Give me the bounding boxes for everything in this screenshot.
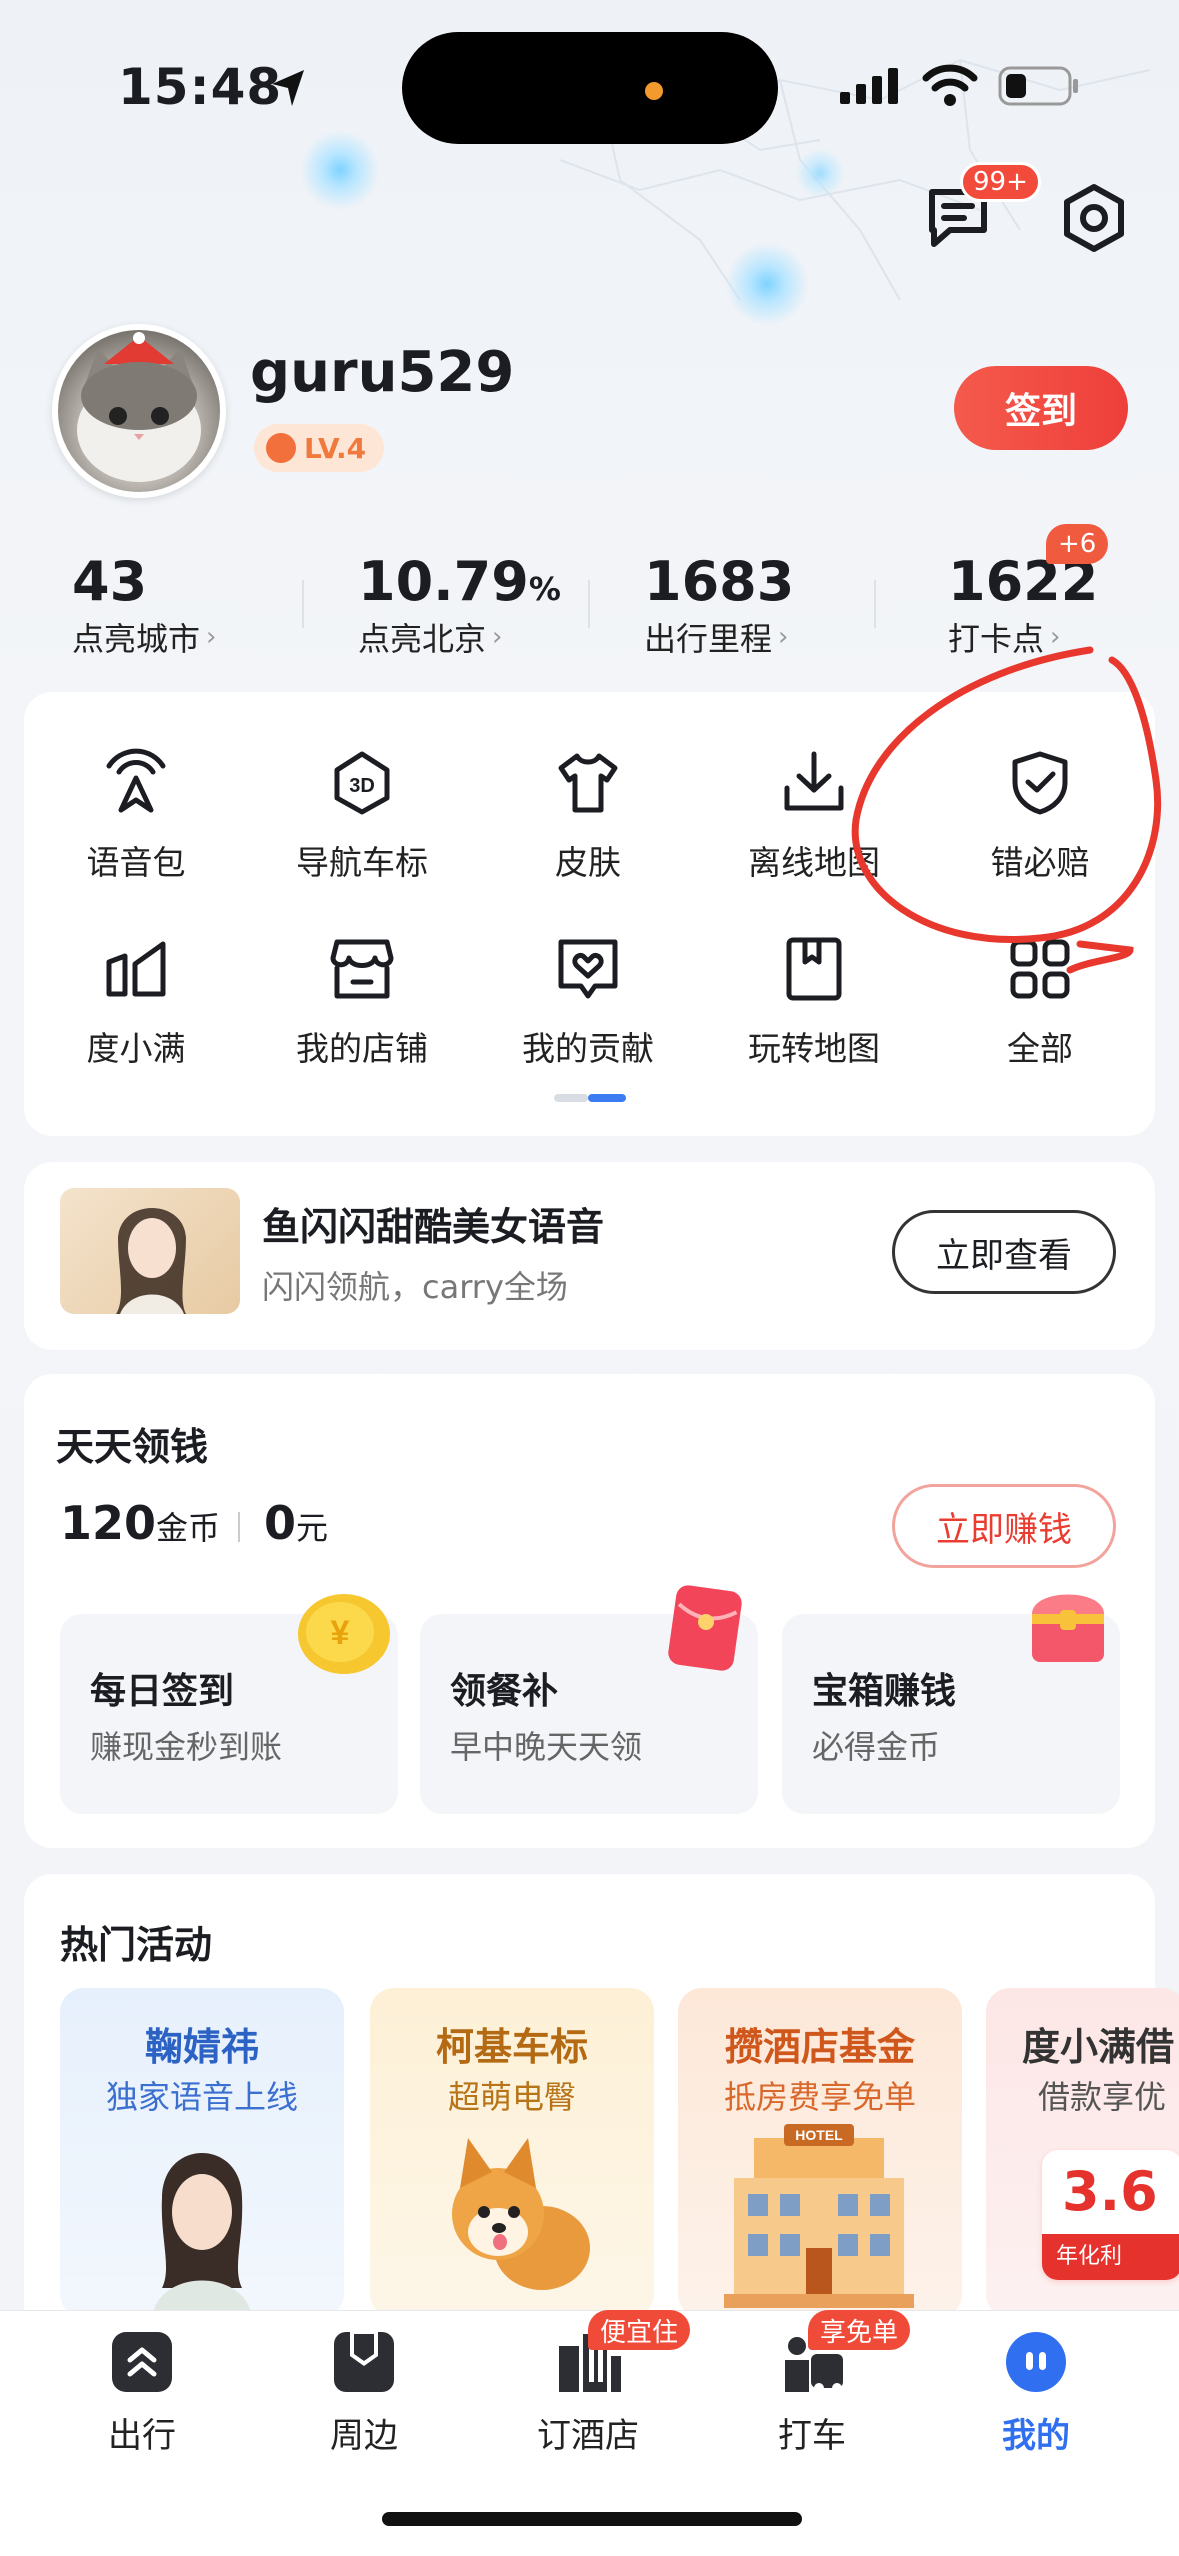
tab-profile[interactable]: 我的 — [956, 2330, 1116, 2457]
tool-my-contribution[interactable]: 我的贡献 — [498, 934, 678, 1070]
treasure-chest-icon — [1032, 1594, 1104, 1662]
stat-cities-label[interactable]: 点亮城市 › — [72, 614, 216, 660]
hotel-image: HOTEL — [724, 2124, 914, 2308]
status-time: 15:48 — [118, 58, 283, 116]
level-text: LV.4 — [304, 431, 367, 465]
download-icon — [784, 751, 844, 811]
duxiaoman-icon — [106, 941, 166, 997]
tab-travel[interactable]: 出行 — [62, 2330, 222, 2457]
svg-text:HOTEL: HOTEL — [795, 2127, 843, 2143]
message-badge: 99+ — [960, 162, 1041, 202]
voice-pack-icon — [106, 748, 166, 813]
promo-title: 鱼闪闪甜酷美女语音 — [262, 1205, 605, 1249]
activity-card-1[interactable]: 鞠婧祎 独家语音上线 — [60, 1988, 344, 2318]
bookmark-icon — [786, 937, 842, 1001]
divider — [588, 580, 590, 628]
signin-button[interactable]: 签到 — [954, 366, 1128, 450]
username: guru529 — [250, 340, 515, 405]
red-envelope-icon — [668, 1585, 742, 1671]
cellular-signal-icon — [840, 68, 898, 104]
task-meal-subsidy[interactable]: 领餐补 早中晚天天领 — [420, 1585, 758, 1814]
level-badge: LV.4 — [254, 424, 384, 472]
cash-balance: 0元 — [264, 1496, 329, 1550]
travel-icon — [112, 2332, 172, 2392]
earn-now-button[interactable]: 立即赚钱 — [892, 1484, 1116, 1568]
earn-title: 天天领钱 — [56, 1425, 209, 1469]
tool-voice-pack[interactable]: 语音包 — [46, 748, 226, 884]
activity-card-2[interactable]: 柯基车标 超萌电臀 — [370, 1988, 654, 2318]
avatar[interactable] — [52, 324, 226, 498]
tshirt-icon — [558, 753, 618, 813]
checkin-badge: +6 — [1046, 524, 1109, 564]
contribution-icon — [558, 939, 618, 999]
page-indicator-inactive — [554, 1094, 588, 1102]
stat-beijing-value: 10.79% — [358, 550, 561, 613]
tool-car-icon[interactable]: 3D 导航车标 — [272, 748, 452, 884]
coin-balance: 120 金币 — [60, 1496, 221, 1550]
tab-nearby[interactable]: 周边 — [284, 2330, 444, 2457]
stat-cities-value: 43 — [72, 550, 148, 613]
page-indicator-active — [588, 1094, 626, 1102]
loan-rate-card: 3.6 年化利 — [1042, 2150, 1179, 2280]
battery-icon — [998, 66, 1078, 106]
location-arrow-icon — [272, 70, 304, 106]
recording-indicator — [645, 82, 663, 100]
store-icon — [330, 939, 394, 999]
task-treasure-box[interactable]: 宝箱赚钱 必得金币 — [782, 1594, 1120, 1814]
view-now-button[interactable]: 立即查看 — [892, 1210, 1116, 1294]
celebrity-image — [152, 2153, 252, 2318]
home-indicator — [382, 2512, 802, 2526]
nearby-icon — [334, 2332, 394, 2392]
svg-text:3D: 3D — [349, 775, 375, 797]
stat-beijing-label[interactable]: 点亮北京 › — [358, 614, 502, 660]
dynamic-island — [402, 32, 778, 144]
activities-title: 热门活动 — [60, 1923, 213, 1967]
hotel-badge: 便宜住 — [588, 2310, 691, 2350]
3d-car-icon: 3D — [334, 751, 390, 815]
activity-card-3[interactable]: 攒酒店基金 抵房费享免单 HOTEL — [678, 1988, 962, 2318]
divider — [302, 580, 304, 628]
gold-coin-icon: ¥ — [298, 1594, 390, 1674]
profile-icon — [1006, 2332, 1066, 2392]
stat-mileage-label[interactable]: 出行里程 › — [644, 614, 788, 660]
tool-my-store[interactable]: 我的店铺 — [272, 934, 452, 1070]
corgi-image — [452, 2138, 590, 2290]
divider — [874, 580, 876, 628]
settings-icon[interactable] — [1058, 182, 1130, 254]
taxi-badge: 享免单 — [808, 2310, 911, 2350]
stat-mileage-value: 1683 — [644, 550, 795, 613]
activity-card-4[interactable]: 度小满借 借款享优 3.6 年化利 — [986, 1988, 1179, 2318]
crown-icon — [266, 433, 296, 463]
profile-page: 15:48 99+ guru529 LV.4 签到 43 点亮城市 › 10.7… — [0, 0, 1179, 2556]
tool-duxiaoman[interactable]: 度小满 — [46, 934, 226, 1070]
tool-skin[interactable]: 皮肤 — [498, 748, 678, 884]
annotation-circle — [851, 646, 1162, 974]
promo-thumbnail — [60, 1188, 240, 1314]
svg-text:¥: ¥ — [331, 1614, 350, 1652]
wifi-icon — [922, 64, 978, 106]
promo-subtitle: 闪闪领航，carry全场 — [262, 1268, 568, 1306]
divider — [238, 1512, 240, 1542]
task-daily-signin[interactable]: 每日签到 赚现金秒到账 ¥ — [60, 1594, 398, 1814]
